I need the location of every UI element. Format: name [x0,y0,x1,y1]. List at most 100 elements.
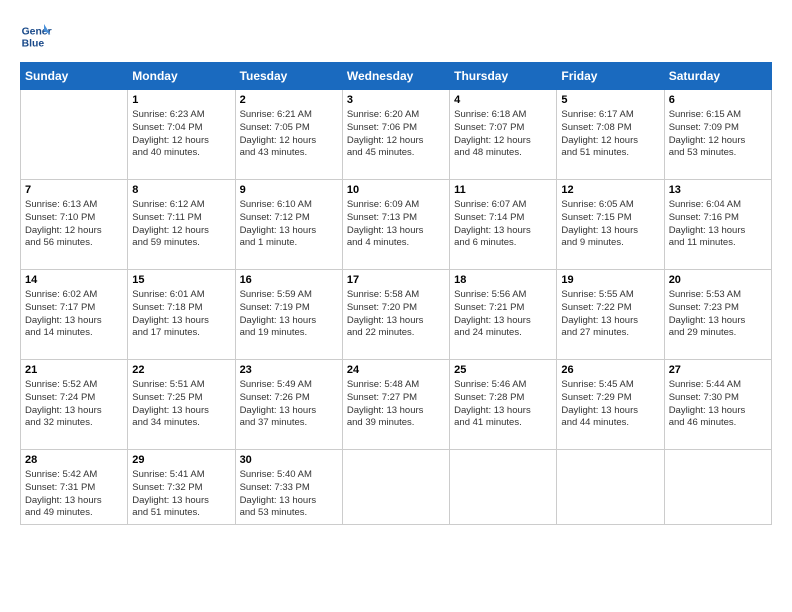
day-info: Sunrise: 5:45 AM Sunset: 7:29 PM Dayligh… [561,379,659,430]
day-info: Sunrise: 5:51 AM Sunset: 7:25 PM Dayligh… [132,379,230,430]
day-info: Sunrise: 5:55 AM Sunset: 7:22 PM Dayligh… [561,289,659,340]
day-number: 2 [240,94,338,106]
day-number: 12 [561,184,659,196]
day-number: 10 [347,184,445,196]
calendar-cell: 19 Sunrise: 5:55 AM Sunset: 7:22 PM Dayli… [557,270,664,360]
calendar-cell: 3Sunrise: 6:20 AM Sunset: 7:06 PM Daylig… [342,90,449,180]
svg-text:Blue: Blue [22,38,45,49]
day-number: 21 [25,364,123,376]
day-info: Sunrise: 6:21 AM Sunset: 7:05 PM Dayligh… [240,109,338,160]
header-thursday: Thursday [450,63,557,90]
day-number: 30 [240,454,338,466]
day-number: 14 [25,274,123,286]
day-number: 20 [669,274,767,286]
day-number: 7 [25,184,123,196]
day-info: Sunrise: 6:20 AM Sunset: 7:06 PM Dayligh… [347,109,445,160]
calendar-cell: 18 Sunrise: 5:56 AM Sunset: 7:21 PM Dayli… [450,270,557,360]
day-info: Sunrise: 6:07 AM Sunset: 7:14 PM Dayligh… [454,199,552,250]
day-number: 26 [561,364,659,376]
day-number: 22 [132,364,230,376]
calendar-week-row: 1 Sunrise: 6:23 AM Sunset: 7:04 PM Daylig… [21,90,772,180]
calendar-header-row: SundayMondayTuesdayWednesdayThursdayFrid… [21,63,772,90]
calendar-cell: 13 Sunrise: 6:04 AM Sunset: 7:16 PM Dayli… [664,180,771,270]
calendar-cell: 30Sunrise: 5:40 AM Sunset: 7:33 PM Dayli… [235,450,342,525]
day-number: 6 [669,94,767,106]
day-info: Sunrise: 5:52 AM Sunset: 7:24 PM Dayligh… [25,379,123,430]
day-info: Sunrise: 5:53 AM Sunset: 7:23 PM Dayligh… [669,289,767,340]
header-friday: Friday [557,63,664,90]
day-number: 13 [669,184,767,196]
day-info: Sunrise: 6:04 AM Sunset: 7:16 PM Dayligh… [669,199,767,250]
day-number: 9 [240,184,338,196]
day-number: 29 [132,454,230,466]
header-sunday: Sunday [21,63,128,90]
calendar-cell [450,450,557,525]
day-number: 11 [454,184,552,196]
calendar-cell: 9 Sunrise: 6:10 AM Sunset: 7:12 PM Daylig… [235,180,342,270]
logo-icon: General Blue [20,20,52,52]
day-info: Sunrise: 5:44 AM Sunset: 7:30 PM Dayligh… [669,379,767,430]
calendar-cell: 21 Sunrise: 5:52 AM Sunset: 7:24 PM Dayli… [21,360,128,450]
calendar-cell: 12 Sunrise: 6:05 AM Sunset: 7:15 PM Dayli… [557,180,664,270]
calendar-cell: 2 Sunrise: 6:21 AM Sunset: 7:05 PM Daylig… [235,90,342,180]
calendar-cell: 27 Sunrise: 5:44 AM Sunset: 7:30 PM Dayli… [664,360,771,450]
calendar-table: SundayMondayTuesdayWednesdayThursdayFrid… [20,62,772,525]
calendar-cell: 24 Sunrise: 5:48 AM Sunset: 7:27 PM Dayli… [342,360,449,450]
calendar-cell: 6 Sunrise: 6:15 AM Sunset: 7:09 PM Daylig… [664,90,771,180]
day-info: Sunrise: 6:01 AM Sunset: 7:18 PM Dayligh… [132,289,230,340]
calendar-cell: 10 Sunrise: 6:09 AM Sunset: 7:13 PM Dayli… [342,180,449,270]
calendar-cell: 25Sunrise: 5:46 AM Sunset: 7:28 PM Dayli… [450,360,557,450]
day-number: 27 [669,364,767,376]
day-number: 8 [132,184,230,196]
day-info: Sunrise: 5:48 AM Sunset: 7:27 PM Dayligh… [347,379,445,430]
day-info: Sunrise: 6:15 AM Sunset: 7:09 PM Dayligh… [669,109,767,160]
page-header: General Blue [20,20,772,52]
logo: General Blue [20,20,56,52]
calendar-cell: 28 Sunrise: 5:42 AM Sunset: 7:31 PM Dayli… [21,450,128,525]
day-info: Sunrise: 5:46 AM Sunset: 7:28 PM Dayligh… [454,379,552,430]
day-info: Sunrise: 6:05 AM Sunset: 7:15 PM Dayligh… [561,199,659,250]
header-wednesday: Wednesday [342,63,449,90]
day-info: Sunrise: 6:18 AM Sunset: 7:07 PM Dayligh… [454,109,552,160]
calendar-cell: 29 Sunrise: 5:41 AM Sunset: 7:32 PM Dayli… [128,450,235,525]
calendar-week-row: 14Sunrise: 6:02 AM Sunset: 7:17 PM Dayli… [21,270,772,360]
calendar-week-row: 21 Sunrise: 5:52 AM Sunset: 7:24 PM Dayli… [21,360,772,450]
calendar-cell: 22 Sunrise: 5:51 AM Sunset: 7:25 PM Dayli… [128,360,235,450]
day-info: Sunrise: 6:13 AM Sunset: 7:10 PM Dayligh… [25,199,123,250]
calendar-cell [557,450,664,525]
day-info: Sunrise: 5:41 AM Sunset: 7:32 PM Dayligh… [132,469,230,520]
calendar-cell: 8 Sunrise: 6:12 AM Sunset: 7:11 PM Daylig… [128,180,235,270]
calendar-cell [342,450,449,525]
day-number: 19 [561,274,659,286]
day-info: Sunrise: 6:12 AM Sunset: 7:11 PM Dayligh… [132,199,230,250]
day-number: 28 [25,454,123,466]
day-number: 18 [454,274,552,286]
day-number: 24 [347,364,445,376]
calendar-cell: 7 Sunrise: 6:13 AM Sunset: 7:10 PM Daylig… [21,180,128,270]
day-number: 16 [240,274,338,286]
day-info: Sunrise: 5:42 AM Sunset: 7:31 PM Dayligh… [25,469,123,520]
calendar-cell: 26 Sunrise: 5:45 AM Sunset: 7:29 PM Dayli… [557,360,664,450]
day-number: 23 [240,364,338,376]
calendar-cell: 4 Sunrise: 6:18 AM Sunset: 7:07 PM Daylig… [450,90,557,180]
day-number: 5 [561,94,659,106]
calendar-week-row: 7 Sunrise: 6:13 AM Sunset: 7:10 PM Daylig… [21,180,772,270]
header-monday: Monday [128,63,235,90]
calendar-cell: 11 Sunrise: 6:07 AM Sunset: 7:14 PM Dayli… [450,180,557,270]
calendar-cell [21,90,128,180]
header-saturday: Saturday [664,63,771,90]
calendar-cell: 20 Sunrise: 5:53 AM Sunset: 7:23 PM Dayli… [664,270,771,360]
day-info: Sunrise: 6:23 AM Sunset: 7:04 PM Dayligh… [132,109,230,160]
day-number: 17 [347,274,445,286]
day-number: 4 [454,94,552,106]
calendar-cell: 17 Sunrise: 5:58 AM Sunset: 7:20 PM Dayli… [342,270,449,360]
day-info: Sunrise: 6:09 AM Sunset: 7:13 PM Dayligh… [347,199,445,250]
day-number: 1 [132,94,230,106]
day-info: Sunrise: 6:10 AM Sunset: 7:12 PM Dayligh… [240,199,338,250]
day-info: Sunrise: 6:17 AM Sunset: 7:08 PM Dayligh… [561,109,659,160]
header-tuesday: Tuesday [235,63,342,90]
calendar-cell: 23Sunrise: 5:49 AM Sunset: 7:26 PM Dayli… [235,360,342,450]
day-info: Sunrise: 5:58 AM Sunset: 7:20 PM Dayligh… [347,289,445,340]
day-info: Sunrise: 5:56 AM Sunset: 7:21 PM Dayligh… [454,289,552,340]
day-info: Sunrise: 5:59 AM Sunset: 7:19 PM Dayligh… [240,289,338,340]
